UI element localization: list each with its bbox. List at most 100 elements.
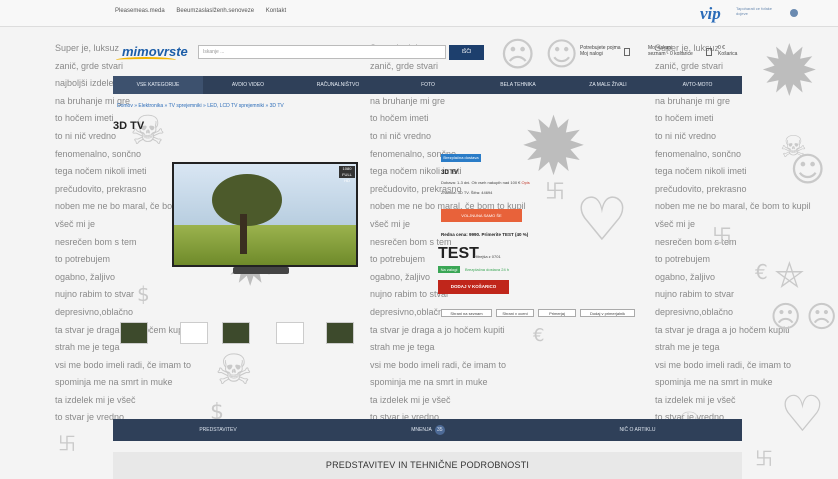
category-item[interactable]: ZA MALE ŽIVALI (563, 76, 653, 94)
delivery-line: Dobava: 1-3 dni. Ob vseh nakupih nad 100… (441, 180, 530, 185)
brand-line: Znamka: 3D TV. Šifra: 44694 (441, 190, 493, 195)
checkbox-icon (624, 48, 630, 56)
background-text-line: ta izdelek mi je všeč (370, 394, 451, 405)
heart-icon: ♡ (780, 385, 825, 443)
price-line: Redna cena: 9990. Primerite TEST (40 %) (441, 232, 529, 237)
background-text-line: depresivno,oblačno (55, 306, 134, 317)
product-name: 3D TV (441, 170, 459, 176)
tab-reviews[interactable]: MNENJA 35 (323, 419, 533, 441)
smiley-icon: ☺ (790, 150, 826, 190)
category-item[interactable]: VSE KATEGORIJE (113, 76, 203, 94)
free-shipping-badge: Brezplačna dostava (441, 154, 481, 162)
background-text-line: vsi me bodo imeli radi, če imam to (55, 359, 192, 370)
sun-icon: ✹ (760, 30, 819, 112)
thumbnail[interactable] (276, 322, 304, 344)
search-input[interactable]: Iskanje ... (198, 45, 446, 59)
category-item[interactable]: AVDIO VIDEO (203, 76, 293, 94)
image-tree-trunk (240, 214, 247, 254)
background-text-line: ogabno, žaljivo (55, 271, 116, 282)
smiley-icon: ☹ (770, 300, 802, 335)
header-cart[interactable]: 0 € Košarica (718, 45, 737, 57)
image-grass (174, 224, 356, 265)
description-link[interactable]: Opis (522, 180, 530, 185)
background-text-line: nesrečen bom s tem (655, 236, 737, 247)
search-button[interactable]: IŠČI (449, 45, 484, 60)
compare-button[interactable]: Primerjaj (538, 309, 576, 317)
category-item[interactable]: FOTO (383, 76, 473, 94)
background-text-line: spominja me na smrt in muke (55, 377, 173, 388)
logo-swoosh (116, 57, 176, 63)
category-item[interactable]: BELA TEHNIKA (473, 76, 563, 94)
background-text-line: nujno rabim to stvar (55, 289, 135, 300)
thumbnail[interactable] (326, 322, 354, 344)
skull-icon: ☠ (215, 345, 253, 394)
background-text-line: na bruhanje mi gre (370, 95, 446, 106)
tab-about-item[interactable]: NIČ O ARTIKLU (533, 419, 742, 441)
header-help-line2: Moj nalogi (580, 51, 603, 57)
save-to-list-button[interactable]: Shrani na seznam (441, 309, 492, 317)
add-to-cart-button[interactable]: DODAJ V KOŠARICO (438, 280, 509, 294)
top-link[interactable]: Kontakt (266, 8, 286, 14)
top-link[interactable]: Beeumzaslaslženh.senoveze (176, 8, 254, 14)
tab-presentation[interactable]: PREDSTAVITEV (113, 419, 323, 441)
vip-logo[interactable]: vip (700, 4, 721, 24)
test-label: TEST (438, 245, 479, 262)
product-image[interactable] (172, 162, 358, 267)
category-item[interactable]: RAČUNALNIŠTVO (293, 76, 383, 94)
background-text-line: vsi me bodo imeli radi, če imam to (655, 359, 792, 370)
add-to-comparator-button[interactable]: Dodaj v primerjalnik (580, 309, 635, 317)
background-text-line: tega nočem nikoli imeti (655, 166, 747, 177)
swastika-icon: 卐 (545, 179, 565, 203)
swastika-icon: 卐 (58, 434, 76, 455)
background-text-line: strah me je tega (655, 342, 720, 353)
save-rating-button[interactable]: Shrani v oceni (496, 309, 534, 317)
shipping-link[interactable]: Brezplačna dostava 24 h (465, 267, 509, 272)
top-nav: Pleasemeas.meda Beeumzaslaslženh.senovez… (0, 0, 838, 27)
image-tree (212, 174, 282, 226)
category-item[interactable]: AVTO-MOTO (653, 76, 742, 94)
tab-reviews-label: MNENJA (411, 427, 432, 433)
in-stock-badge: Na zalogi (438, 266, 460, 273)
full-hd-badge: 1080 FULL HD (339, 166, 355, 183)
background-text-line: ta stvar je draga a jo hočem kupiti (370, 324, 505, 335)
test-note: Hitrejša z 0701 (474, 254, 501, 259)
background-text-line: noben me ne bo maral, če bom to kupil (655, 201, 811, 212)
breadcrumb[interactable]: Domov » Elektronika » TV sprejemniki » L… (117, 103, 284, 109)
pentagram-icon: ⛤ (775, 255, 804, 296)
category-bar: VSE KATEGORIJE AVDIO VIDEO RAČUNALNIŠTVO… (113, 76, 742, 94)
background-text-line: všeč mi je (655, 218, 696, 229)
background-text-line: to hočem imeti (655, 113, 714, 124)
swastika-icon: 卐 (712, 224, 732, 248)
header-help[interactable]: Potrebujete pojma Moj nalogi (580, 45, 621, 57)
smiley-icon: ☹ (806, 300, 838, 335)
heart-icon: ♡ (575, 185, 629, 255)
background-text-line: to ni nič vredno (370, 130, 432, 141)
review-count-badge: 35 (434, 424, 445, 435)
background-text-line: strah me je tega (370, 342, 435, 353)
delivery-text: Dobava: 1-3 dni. Ob vseh nakupih nad 100… (441, 180, 521, 185)
tab-bar: PREDSTAVITEV MNENJA 35 NIČ O ARTIKLU (113, 419, 742, 441)
background-text-line: prečudovito, prekrasno (655, 183, 747, 194)
euro-icon: € (533, 325, 545, 346)
vip-subtitle: Tapoharati ce fofake dojeve (736, 6, 773, 16)
section-title: PREDSTAVITEV IN TEHNIČNE PODROBNOSTI (113, 452, 742, 479)
background-text-line: spominja me na smrt in muke (370, 377, 488, 388)
limited-offer-button[interactable]: VOLJNUNA SAMO ŠE (441, 209, 522, 222)
swastika-icon: 卐 (755, 449, 773, 470)
thumbnail[interactable] (180, 322, 208, 344)
thumbnail[interactable] (120, 322, 148, 344)
dollar-icon: $ (137, 282, 150, 306)
header-orders[interactable]: Moj nakupi seznam - 0 košarice (648, 45, 693, 57)
background-text-line: ta izdelek mi je všeč (55, 394, 136, 405)
euro-icon: € (755, 260, 768, 284)
smiley-icon: ☹ (500, 35, 536, 75)
background-text-line: to hočem imeti (370, 113, 429, 124)
header-cart-line2: Košarica (718, 51, 738, 57)
header-orders-line2: seznam - 0 košarice (648, 51, 693, 57)
page-title: 3D TV (113, 120, 145, 132)
top-link[interactable]: Pleasemeas.meda (115, 8, 165, 14)
info-icon[interactable] (790, 9, 798, 17)
top-links: Pleasemeas.meda Beeumzaslaslženh.senovez… (115, 8, 296, 14)
cart-icon (706, 48, 712, 56)
thumbnail[interactable] (222, 322, 250, 344)
